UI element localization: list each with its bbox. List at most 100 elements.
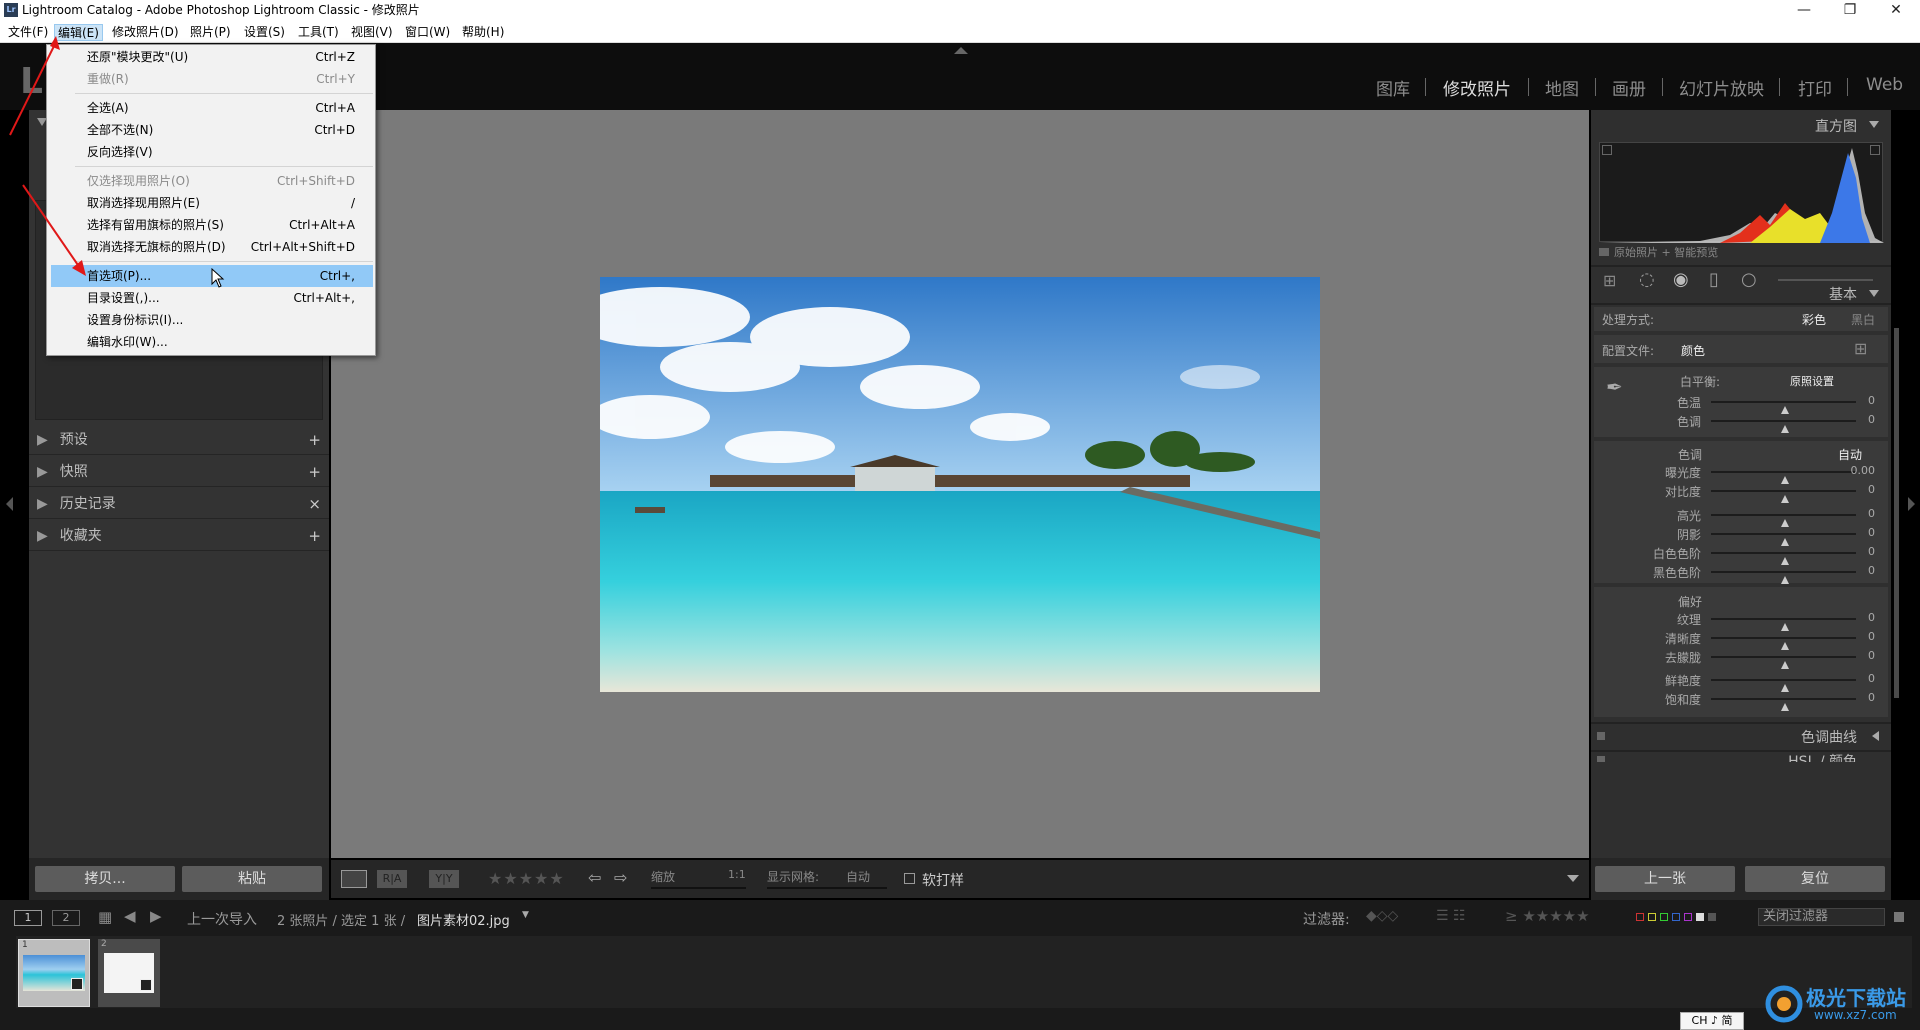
red-eye-tool-icon[interactable]: ◉ bbox=[1673, 269, 1689, 290]
slider-row[interactable]: 去朦胧 0 bbox=[1591, 647, 1891, 669]
module-slideshow[interactable]: 幻灯片放映 bbox=[1679, 75, 1764, 100]
slider-value[interactable]: 0 bbox=[1868, 483, 1875, 496]
collections-section[interactable]: ▶ 收藏夹 + bbox=[29, 521, 329, 551]
histogram-graph[interactable] bbox=[1599, 142, 1884, 243]
collapse-right-icon[interactable] bbox=[1908, 497, 1915, 511]
slider-value[interactable]: 0 bbox=[1868, 507, 1875, 520]
color-label-filter[interactable] bbox=[1636, 913, 1724, 921]
slider-track[interactable] bbox=[1711, 471, 1856, 484]
primary-window-button[interactable]: 1 bbox=[14, 910, 42, 926]
menu-item-preferences[interactable]: 首选项(P)... Ctrl+, bbox=[87, 265, 371, 287]
star-rating[interactable]: ★★★★★ bbox=[488, 869, 565, 888]
slider-track[interactable] bbox=[1711, 618, 1856, 631]
highlight-clip-icon[interactable] bbox=[1870, 145, 1880, 155]
slider-row[interactable]: 高光 0 bbox=[1591, 505, 1891, 527]
ime-indicator[interactable]: CH ♪ 简 bbox=[1680, 1012, 1744, 1030]
slider-row[interactable]: 清晰度 0 bbox=[1591, 628, 1891, 650]
beach-photo[interactable] bbox=[600, 277, 1320, 692]
basic-title[interactable]: 基本 bbox=[1829, 284, 1857, 304]
right-panel-scrollbar[interactable] bbox=[1894, 328, 1899, 698]
slider-value[interactable]: 0.00 bbox=[1851, 464, 1876, 477]
loupe-view-icon[interactable] bbox=[341, 870, 367, 888]
menu-item-identity-plate[interactable]: 设置身份标识(I)... bbox=[87, 309, 371, 331]
slider-row[interactable]: 阴影 0 bbox=[1591, 524, 1891, 546]
slider-value[interactable]: 0 bbox=[1868, 672, 1875, 685]
slider-value[interactable]: 0 bbox=[1868, 691, 1875, 704]
module-web[interactable]: Web bbox=[1866, 75, 1903, 95]
collapse-top-icon[interactable] bbox=[954, 47, 968, 54]
treatment-bw-option[interactable]: 黑白 bbox=[1851, 311, 1875, 328]
menu-help[interactable]: 帮助(H) bbox=[459, 24, 507, 41]
slider-track[interactable] bbox=[1711, 533, 1856, 546]
slider-value[interactable]: 0 bbox=[1868, 394, 1875, 407]
slider-value[interactable]: 0 bbox=[1868, 564, 1875, 577]
menu-photo[interactable]: 照片(P) bbox=[187, 24, 234, 41]
menu-item-select-all[interactable]: 全选(A) Ctrl+A bbox=[87, 97, 371, 119]
maximize-button[interactable]: ❐ bbox=[1827, 0, 1873, 21]
tone-curve-toggle-icon[interactable] bbox=[1597, 732, 1605, 740]
menu-item-catalog-settings[interactable]: 目录设置(,)... Ctrl+Alt+, bbox=[87, 287, 371, 309]
brush-tool-slider[interactable] bbox=[1778, 279, 1873, 281]
slider-track[interactable] bbox=[1711, 637, 1856, 650]
menu-view[interactable]: 视图(V) bbox=[348, 24, 396, 41]
menu-item-undo[interactable]: 还原"模块更改"(U) Ctrl+Z bbox=[87, 46, 371, 68]
flag-filter-icons[interactable]: ◆◇◇ bbox=[1366, 908, 1398, 924]
add-preset-button[interactable]: + bbox=[308, 425, 321, 455]
histogram-collapse-icon[interactable] bbox=[1869, 121, 1879, 128]
grid-slider[interactable] bbox=[767, 887, 887, 889]
menu-settings[interactable]: 设置(S) bbox=[241, 24, 288, 41]
slider-row[interactable]: 曝光度 0.00 bbox=[1591, 462, 1891, 484]
filmstrip-source[interactable]: 上一次导入 bbox=[187, 909, 257, 929]
slider-track[interactable] bbox=[1711, 698, 1856, 711]
before-after-lr-icon[interactable]: R|A bbox=[377, 870, 407, 888]
slider-row[interactable]: 饱和度 0 bbox=[1591, 689, 1891, 711]
menu-item-select-flagged[interactable]: 选择有留用旗标的照片(S) Ctrl+Alt+A bbox=[87, 214, 371, 236]
current-filename[interactable]: 图片素材02.jpg bbox=[417, 910, 510, 929]
slider-track[interactable] bbox=[1711, 514, 1856, 527]
previous-button[interactable]: 上一张 bbox=[1595, 866, 1735, 892]
filter-lock-icon[interactable] bbox=[1894, 912, 1904, 922]
menu-item-edit-watermarks[interactable]: 编辑水印(W)... bbox=[87, 331, 371, 353]
secondary-window-button[interactable]: 2 bbox=[52, 910, 80, 926]
add-collection-button[interactable]: + bbox=[308, 521, 321, 551]
profile-dropdown[interactable]: 颜色 bbox=[1681, 342, 1705, 359]
slider-track[interactable] bbox=[1711, 420, 1856, 433]
slider-thumb[interactable] bbox=[1781, 703, 1789, 711]
menu-tools[interactable]: 工具(T) bbox=[295, 24, 342, 41]
tone-auto-button[interactable]: 自动 bbox=[1838, 446, 1862, 463]
close-button[interactable]: ✕ bbox=[1873, 0, 1919, 21]
slider-row[interactable]: 色调 0 bbox=[1591, 411, 1891, 433]
slider-thumb[interactable] bbox=[1781, 576, 1789, 584]
module-develop[interactable]: 修改照片 bbox=[1443, 75, 1511, 100]
add-snapshot-button[interactable]: + bbox=[308, 457, 321, 487]
slider-track[interactable] bbox=[1711, 679, 1856, 692]
filmstrip-forward-icon[interactable]: ▶ bbox=[150, 907, 162, 925]
menu-item-deselect-active[interactable]: 取消选择现用照片(E) / bbox=[87, 192, 371, 214]
menu-develop[interactable]: 修改照片(D) bbox=[109, 24, 182, 41]
slider-value[interactable]: 0 bbox=[1868, 526, 1875, 539]
histogram-title[interactable]: 直方图 bbox=[1815, 116, 1857, 136]
profile-browser-icon[interactable]: ⊞ bbox=[1854, 339, 1867, 358]
slider-row[interactable]: 鲜艳度 0 bbox=[1591, 670, 1891, 692]
hsl-toggle-icon[interactable] bbox=[1597, 756, 1605, 762]
previous-photo-icon[interactable]: ⇦ bbox=[588, 868, 601, 887]
filter-preset-dropdown[interactable]: 关闭过滤器 bbox=[1758, 908, 1885, 926]
shadow-clip-icon[interactable] bbox=[1602, 145, 1612, 155]
module-map[interactable]: 地图 bbox=[1545, 75, 1579, 100]
treatment-color-option[interactable]: 彩色 bbox=[1802, 311, 1826, 328]
menu-window[interactable]: 窗口(W) bbox=[402, 24, 453, 41]
soft-proof-checkbox[interactable] bbox=[904, 873, 915, 884]
wb-dropdown[interactable]: 原照设置 bbox=[1790, 373, 1834, 389]
slider-row[interactable]: 色温 0 bbox=[1591, 392, 1891, 414]
copy-settings-button[interactable]: 拷贝... bbox=[35, 866, 175, 892]
slider-thumb[interactable] bbox=[1781, 425, 1789, 433]
grid-view-icon[interactable]: ▦ bbox=[98, 908, 112, 926]
radial-filter-icon[interactable]: ○ bbox=[1741, 269, 1757, 290]
menu-item-deselect-unflagged[interactable]: 取消选择无旗标的照片(D) Ctrl+Alt+Shift+D bbox=[87, 236, 371, 258]
slider-value[interactable]: 0 bbox=[1868, 649, 1875, 662]
slider-track[interactable] bbox=[1711, 490, 1856, 503]
slider-row[interactable]: 白色色阶 0 bbox=[1591, 543, 1891, 565]
history-section[interactable]: ▶ 历史记录 × bbox=[29, 489, 329, 519]
graduated-filter-icon[interactable]: ▯ bbox=[1709, 269, 1719, 290]
slider-track[interactable] bbox=[1711, 656, 1856, 669]
